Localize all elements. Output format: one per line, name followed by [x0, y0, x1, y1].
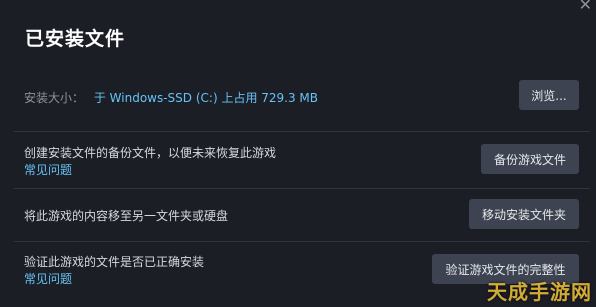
close-icon[interactable]: ✕ [579, 0, 592, 13]
backup-row: 创建安装文件的备份文件，以便未来恢复此游戏 常见问题 备份游戏文件 [14, 131, 590, 188]
watermark-logo: 天成手游网 [487, 280, 592, 304]
install-size-text: 安装大小： 于 Windows-SSD (C:) 上占用 729.3 MB [24, 89, 318, 106]
install-size-row: 安装大小： 于 Windows-SSD (C:) 上占用 729.3 MB 浏览… [14, 68, 590, 128]
dialog-title: 已安装文件 [25, 28, 126, 50]
backup-description: 创建安装文件的备份文件，以便未来恢复此游戏 [24, 146, 277, 160]
move-install-folder-button[interactable]: 移动安装文件夹 [469, 199, 579, 229]
move-description: 将此游戏的内容移至另一文件夹或硬盘 [24, 209, 229, 223]
browse-button[interactable]: 浏览... [519, 80, 579, 110]
backup-files-button[interactable]: 备份游戏文件 [481, 144, 579, 174]
verify-description: 验证此游戏的文件是否已正确安装 [24, 255, 205, 269]
install-size-label: 安装大小： [24, 91, 85, 105]
install-size-value: 于 Windows-SSD (C:) 上占用 729.3 MB [93, 91, 319, 105]
backup-faq-link[interactable]: 常见问题 [24, 161, 72, 178]
move-row: 将此游戏的内容移至另一文件夹或硬盘 移动安装文件夹 [14, 188, 590, 241]
verify-faq-link[interactable]: 常见问题 [24, 270, 72, 287]
